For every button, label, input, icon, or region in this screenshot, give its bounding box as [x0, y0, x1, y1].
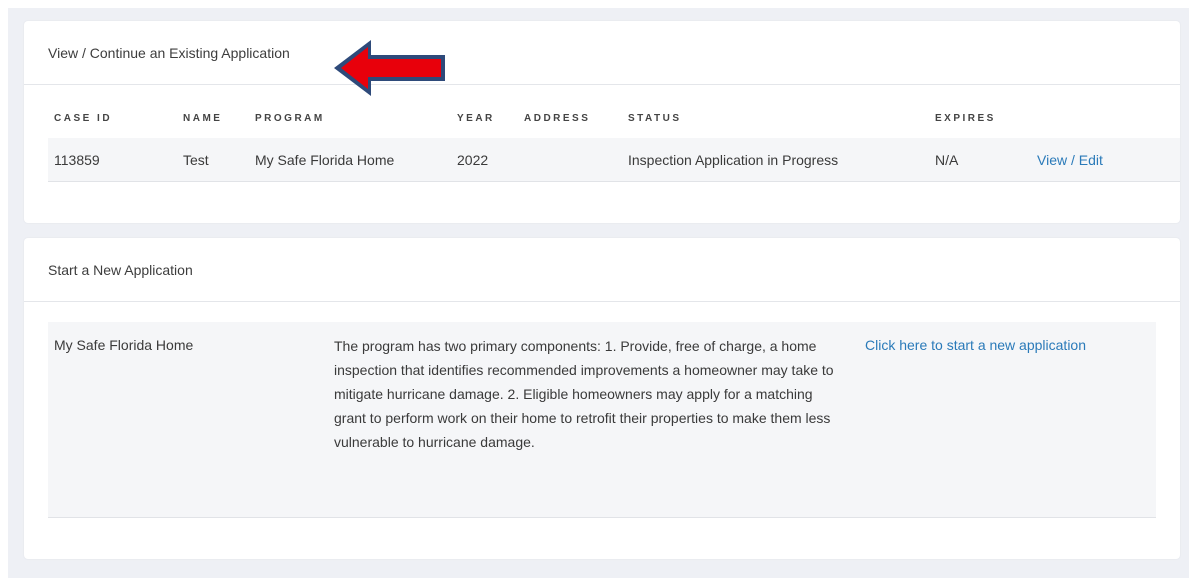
existing-applications-title: View / Continue an Existing Application — [48, 45, 290, 61]
cases-table-header: CASE ID NAME PROGRAM YEAR ADDRESS STATUS… — [48, 98, 1180, 138]
cell-expires: N/A — [929, 138, 1031, 182]
program-description: The program has two primary components: … — [334, 338, 834, 450]
existing-applications-card: View / Continue an Existing Application … — [24, 21, 1180, 223]
new-application-header: Start a New Application — [24, 238, 1180, 302]
cell-status: Inspection Application in Progress — [622, 138, 929, 182]
cell-program: My Safe Florida Home — [249, 138, 451, 182]
column-status: STATUS — [628, 112, 682, 124]
table-row: 113859 Test My Safe Florida Home 2022 In… — [48, 138, 1180, 182]
cell-year: 2022 — [451, 138, 518, 182]
column-name: NAME — [183, 112, 223, 124]
cell-case-id: 113859 — [48, 138, 177, 182]
cell-address — [518, 138, 622, 182]
column-year: YEAR — [457, 112, 495, 124]
new-application-title: Start a New Application — [48, 262, 193, 278]
column-address: ADDRESS — [524, 112, 591, 124]
column-program: PROGRAM — [255, 112, 325, 124]
left-arrow-annotation-icon — [334, 40, 445, 96]
new-application-card: Start a New Application My Safe Florida … — [24, 238, 1180, 559]
start-new-application-link[interactable]: Click here to start a new application — [865, 337, 1086, 353]
list-item: My Safe Florida Home The program has two… — [48, 322, 1156, 518]
cases-table: CASE ID NAME PROGRAM YEAR ADDRESS STATUS… — [48, 98, 1180, 182]
cell-name: Test — [177, 138, 249, 182]
column-expires: EXPIRES — [935, 112, 996, 124]
column-action — [1031, 98, 1180, 138]
view-edit-link[interactable]: View / Edit — [1037, 152, 1103, 168]
existing-applications-header: View / Continue an Existing Application — [24, 21, 1180, 85]
column-case-id: CASE ID — [54, 112, 113, 124]
program-name: My Safe Florida Home — [54, 337, 194, 353]
